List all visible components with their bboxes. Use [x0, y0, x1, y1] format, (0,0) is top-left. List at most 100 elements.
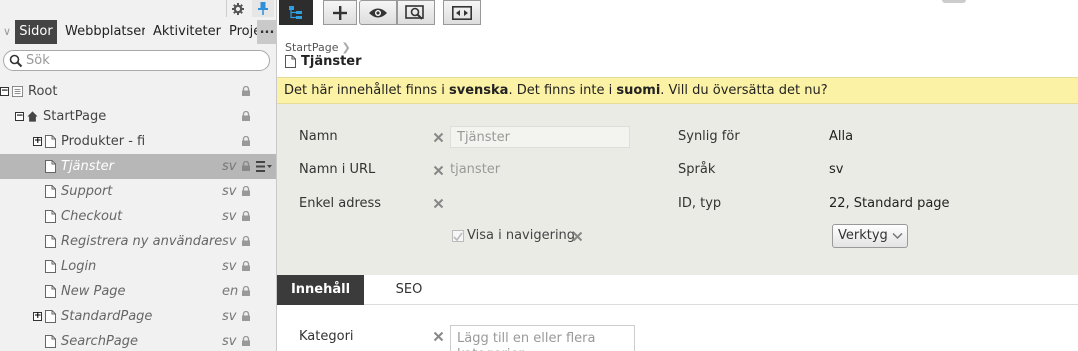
tree-item[interactable]: Checkout sv [0, 204, 276, 229]
page-icon [45, 210, 56, 223]
page-title: Tjänster [301, 54, 362, 69]
pin-button[interactable] [252, 0, 274, 17]
expand-toggle-icon[interactable]: + [33, 312, 42, 321]
tree-item[interactable]: New Page en [0, 279, 276, 304]
tree-item-language: sv [222, 259, 237, 274]
root-icon [12, 86, 23, 97]
tools-dropdown-label: Verktyg [838, 228, 888, 243]
tree-item[interactable]: − Root [0, 79, 276, 104]
banner-text-2: . Det finns inte i [508, 83, 617, 98]
tree-item[interactable]: Login sv [0, 254, 276, 279]
lock-icon [242, 286, 250, 296]
tools-dropdown[interactable]: Verktyg [832, 224, 908, 248]
lock-icon [242, 86, 250, 96]
tree-item-language: en [222, 284, 239, 299]
breadcrumb: StartPage ❯ [285, 41, 351, 54]
tree-item[interactable]: Registrera ny användare sv [0, 229, 276, 254]
page-icon [45, 310, 56, 323]
page-icon [45, 135, 56, 148]
search-box [3, 50, 270, 71]
visible-in-nav-checkbox[interactable] [452, 230, 464, 242]
view-mode-button[interactable] [359, 0, 397, 25]
tree-item-language: sv [222, 334, 237, 349]
tree-item[interactable]: SearchPage sv [0, 329, 276, 351]
tree-item-label: Checkout [61, 209, 123, 224]
tab-more-button[interactable]: ... [257, 20, 276, 44]
translation-banner: Det här innehållet finns i svenska. Det … [277, 77, 1078, 104]
scroll-handle[interactable] [942, 0, 966, 3]
lock-icon [242, 336, 250, 346]
tree-item[interactable]: Tjänster sv [0, 154, 276, 179]
home-icon [27, 111, 38, 122]
compare-button[interactable] [443, 0, 481, 25]
breadcrumb-separator-icon: ❯ [341, 41, 351, 54]
clear-url-name-icon[interactable] [433, 165, 444, 176]
tab-projects[interactable]: Proje [229, 20, 257, 44]
lock-icon [242, 136, 250, 146]
chevron-down-icon [892, 232, 903, 240]
tree-item[interactable]: + StandardPage sv [0, 304, 276, 329]
pane-header [0, 0, 276, 19]
tree-item-label: SearchPage [61, 334, 139, 349]
url-name-label: Namn i URL [299, 162, 376, 177]
expand-toggle-icon[interactable]: + [33, 137, 42, 146]
toggle-navigation-button[interactable] [279, 0, 313, 25]
page-tree-pane: ∨ Sidor Webbplatser Aktiviteter Proje ..… [0, 0, 277, 351]
tree-item-label: Produkter - fi [61, 134, 146, 149]
id-type-label: ID, typ [678, 196, 722, 211]
tree-item[interactable]: + Produkter - fi [0, 129, 276, 154]
content-tabs: Innehåll SEO [277, 275, 1078, 305]
settings-gear-button[interactable] [226, 0, 248, 17]
pin-icon [258, 2, 268, 15]
chevron-down-icon[interactable]: ∨ [0, 20, 14, 44]
tab-pages[interactable]: Sidor [15, 20, 57, 44]
page-icon [45, 335, 56, 348]
preview-magnifier-icon [405, 4, 424, 20]
checkmark-icon [453, 232, 463, 242]
url-name-value[interactable]: tjanster [450, 162, 500, 177]
visible-for-value: Alla [829, 129, 854, 144]
tree-item-language: sv [222, 309, 237, 324]
simple-address-label: Enkel adress [299, 196, 382, 211]
cms-edit-view: ∨ Sidor Webbplatser Aktiviteter Proje ..… [0, 0, 1078, 351]
tree-item-label: Root [28, 84, 58, 99]
id-type-value: 22, Standard page [829, 196, 950, 211]
tree-item[interactable]: Support sv [0, 179, 276, 204]
clear-category-icon[interactable] [433, 331, 444, 342]
language-value: sv [829, 162, 844, 177]
context-menu-icon[interactable] [256, 160, 272, 173]
tab-content[interactable]: Innehåll [277, 275, 364, 305]
breadcrumb-link-startpage[interactable]: StartPage [285, 41, 339, 54]
lock-icon [242, 311, 250, 321]
page-icon [45, 160, 56, 173]
lock-icon [242, 161, 250, 171]
lock-icon [242, 111, 250, 121]
tree-item-label: StandardPage [61, 309, 153, 324]
add-button[interactable] [323, 0, 357, 25]
collapse-toggle-icon[interactable]: − [15, 112, 24, 121]
tree-item-language: sv [222, 234, 237, 249]
tab-activities[interactable]: Aktiviteter [153, 20, 225, 44]
preview-button[interactable] [397, 0, 435, 25]
clear-simple-address-icon[interactable] [433, 198, 444, 209]
name-input[interactable] [450, 126, 630, 148]
tab-seo[interactable]: SEO [375, 275, 443, 305]
name-label: Namn [299, 129, 338, 144]
compare-arrows-icon [452, 5, 472, 20]
search-input[interactable] [26, 52, 261, 69]
lock-icon [242, 236, 250, 246]
language-label: Språk [678, 162, 716, 177]
lock-icon [242, 211, 250, 221]
tree-item-label: New Page [61, 284, 126, 299]
banner-lang-source: svenska [448, 83, 509, 98]
tab-sites[interactable]: Webbplatser [65, 20, 145, 44]
clear-visible-in-nav-icon[interactable] [572, 231, 583, 242]
tree-item[interactable]: − StartPage [0, 104, 276, 129]
category-input[interactable]: Lägg till en eller flera kategorier [450, 325, 635, 351]
tree-item-label: StartPage [43, 109, 107, 124]
banner-text-3[interactable]: . Vill du översätta det nu? [660, 83, 827, 98]
collapse-toggle-icon[interactable]: − [0, 87, 9, 96]
visible-in-nav-label: Visa i navigering [467, 228, 576, 243]
clear-name-icon[interactable] [433, 132, 444, 143]
lock-icon [242, 261, 250, 271]
